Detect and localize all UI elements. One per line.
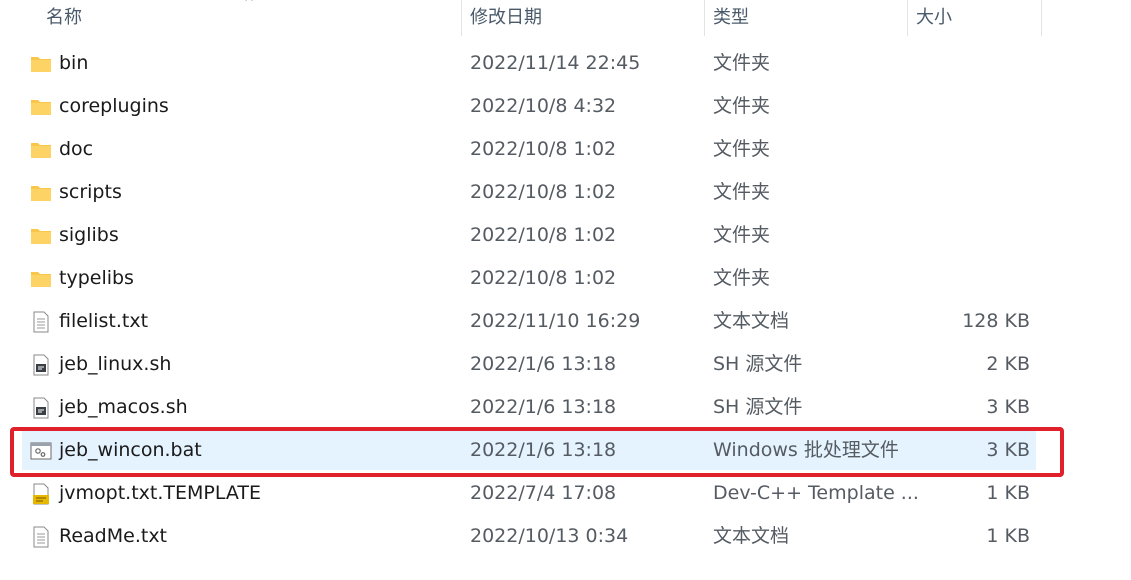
folder-icon: [30, 139, 52, 161]
file-size: [902, 216, 1030, 255]
file-row[interactable]: ReadMe.txt 2022/10/13 0:34 文本文档 1 KB: [22, 517, 1036, 556]
file-type: 文件夹: [713, 267, 771, 289]
file-type: 文件夹: [713, 95, 771, 117]
file-size: 2 KB: [986, 353, 1030, 375]
file-type: SH 源文件: [713, 353, 803, 375]
file-date: 2022/11/14 22:45: [470, 52, 641, 74]
file-row[interactable]: bin 2022/11/14 22:45 文件夹: [22, 44, 1036, 83]
file-type: SH 源文件: [713, 396, 803, 418]
file-size: [902, 44, 1030, 83]
column-header-date[interactable]: 修改日期: [461, 0, 704, 36]
file-size: [902, 130, 1030, 169]
file-row[interactable]: siglibs 2022/10/8 1:02 文件夹: [22, 216, 1036, 255]
column-header-type[interactable]: 类型: [704, 0, 907, 36]
file-date: 2022/10/8 1:02: [470, 224, 617, 246]
file-type: Dev-C++ Template ...: [713, 482, 919, 504]
file-name: coreplugins: [59, 95, 169, 117]
file-date: 2022/10/8 4:32: [470, 95, 617, 117]
file-name: jeb_linux.sh: [59, 353, 172, 375]
file-date: 2022/1/6 13:18: [470, 396, 617, 418]
file-size: 1 KB: [986, 482, 1030, 504]
file-date: 2022/10/13 0:34: [470, 525, 629, 547]
file-name: jeb_macos.sh: [59, 396, 188, 418]
file-row[interactable]: typelibs 2022/10/8 1:02 文件夹: [22, 259, 1036, 298]
script-file-icon: [30, 397, 52, 419]
file-row[interactable]: coreplugins 2022/10/8 4:32 文件夹: [22, 87, 1036, 126]
folder-icon: [30, 182, 52, 204]
folder-icon: [30, 53, 52, 75]
file-name: ReadMe.txt: [59, 525, 168, 547]
column-header-size[interactable]: 大小: [907, 0, 1041, 36]
text-file-icon: [30, 526, 52, 548]
file-name: doc: [59, 138, 94, 160]
file-size: [902, 173, 1030, 212]
file-name: filelist.txt: [59, 310, 149, 332]
file-row[interactable]: jeb_linux.sh 2022/1/6 13:18 SH 源文件 2 KB: [22, 345, 1036, 384]
file-row[interactable]: jeb_macos.sh 2022/1/6 13:18 SH 源文件 3 KB: [22, 388, 1036, 427]
file-row[interactable]: scripts 2022/10/8 1:02 文件夹: [22, 173, 1036, 212]
file-type: 文件夹: [713, 181, 771, 203]
folder-icon: [30, 96, 52, 118]
file-name: jvmopt.txt.TEMPLATE: [59, 482, 262, 504]
file-name: bin: [59, 52, 89, 74]
file-date: 2022/11/10 16:29: [470, 310, 641, 332]
folder-icon: [30, 268, 52, 290]
folder-icon: [30, 225, 52, 247]
file-row[interactable]: filelist.txt 2022/11/10 16:29 文本文档 128 K…: [22, 302, 1036, 341]
column-divider[interactable]: [1041, 0, 1042, 36]
file-explorer: ^ 名称 修改日期 类型 大小 bin 2022/11/14 22:45 文件夹…: [0, 0, 1131, 580]
file-date: 2022/1/6 13:18: [470, 353, 617, 375]
file-date: 2022/7/4 17:08: [470, 482, 617, 504]
file-name: siglibs: [59, 224, 119, 246]
template-file-icon: [30, 483, 52, 505]
file-date: 2022/10/8 1:02: [470, 181, 617, 203]
file-size: [902, 87, 1030, 126]
file-type: 文件夹: [713, 224, 771, 246]
file-size: 1 KB: [986, 525, 1030, 547]
file-type: 文件夹: [713, 52, 771, 74]
file-type: 文本文档: [713, 525, 790, 547]
file-name: scripts: [59, 181, 122, 203]
text-file-icon: [30, 311, 52, 333]
file-size: 3 KB: [986, 396, 1030, 418]
file-row[interactable]: doc 2022/10/8 1:02 文件夹: [22, 130, 1036, 169]
file-name: typelibs: [59, 267, 134, 289]
file-size: 128 KB: [962, 310, 1030, 332]
file-row[interactable]: jvmopt.txt.TEMPLATE 2022/7/4 17:08 Dev-C…: [22, 474, 1036, 513]
file-size: [902, 259, 1030, 298]
column-header-bar: ^ 名称 修改日期 类型 大小: [0, 0, 1131, 36]
file-date: 2022/10/8 1:02: [470, 267, 617, 289]
file-date: 2022/10/8 1:02: [470, 138, 617, 160]
file-type: 文件夹: [713, 138, 771, 160]
file-type: 文本文档: [713, 310, 790, 332]
red-highlight-box: [10, 427, 1064, 477]
column-header-name[interactable]: 名称: [37, 0, 461, 36]
script-file-icon: [30, 354, 52, 376]
